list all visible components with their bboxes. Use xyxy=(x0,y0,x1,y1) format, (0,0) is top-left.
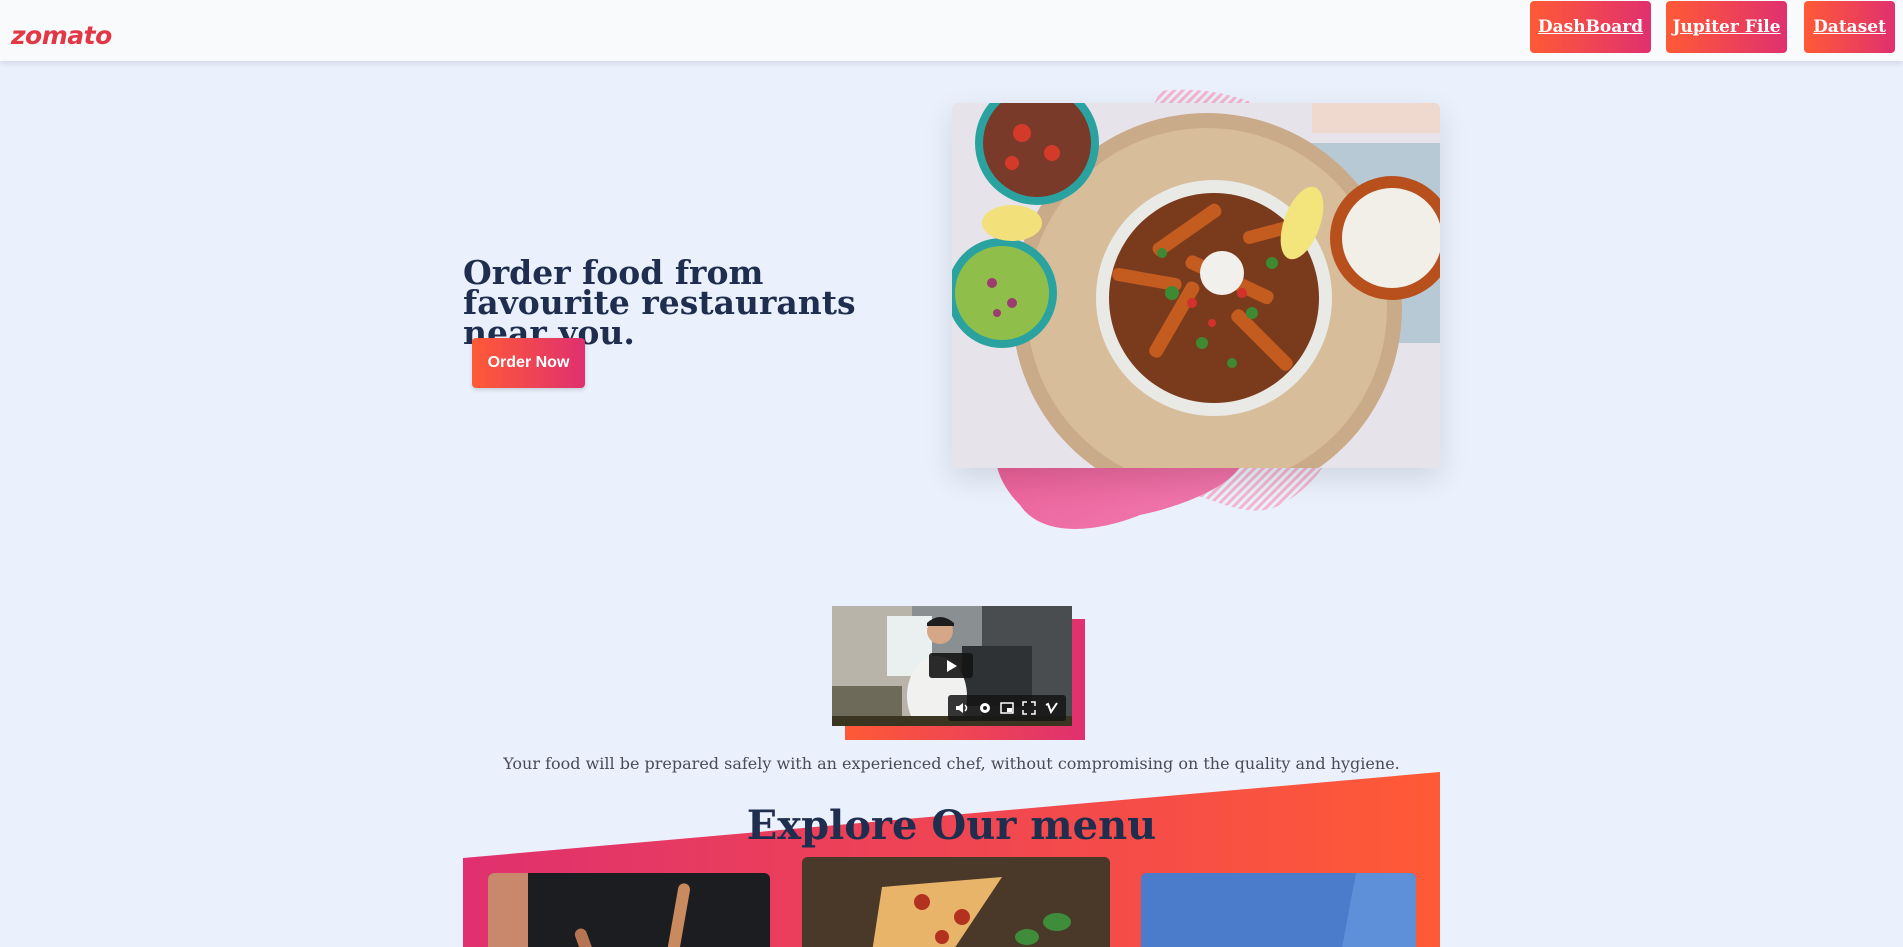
dataset-button[interactable]: Dataset xyxy=(1804,1,1895,53)
jupiter-file-button[interactable]: Jupiter File xyxy=(1666,1,1787,53)
volume-icon[interactable] xyxy=(955,701,969,715)
menu-card[interactable] xyxy=(488,873,770,947)
chef-video[interactable] xyxy=(832,606,1072,726)
dashboard-button[interactable]: DashBoard xyxy=(1530,1,1651,53)
fullscreen-icon[interactable] xyxy=(1022,701,1037,715)
video-controls xyxy=(948,695,1066,721)
pip-icon[interactable] xyxy=(1000,701,1014,715)
navbar: zomato DashBoard Jupiter File Dataset xyxy=(0,0,1903,61)
play-button[interactable] xyxy=(929,653,973,678)
hero-title: Order food from favourite restaurants ne… xyxy=(463,253,856,352)
settings-icon[interactable] xyxy=(978,701,992,715)
order-now-button[interactable]: Order Now xyxy=(472,338,585,388)
explore-title: Explore Our menu xyxy=(746,802,1157,849)
vimeo-icon[interactable] xyxy=(1045,701,1059,715)
menu-card[interactable] xyxy=(1141,873,1416,947)
hero-food-image xyxy=(952,103,1440,468)
menu-card[interactable] xyxy=(802,857,1110,947)
zomato-logo[interactable]: zomato xyxy=(11,21,112,50)
play-icon xyxy=(947,659,957,672)
